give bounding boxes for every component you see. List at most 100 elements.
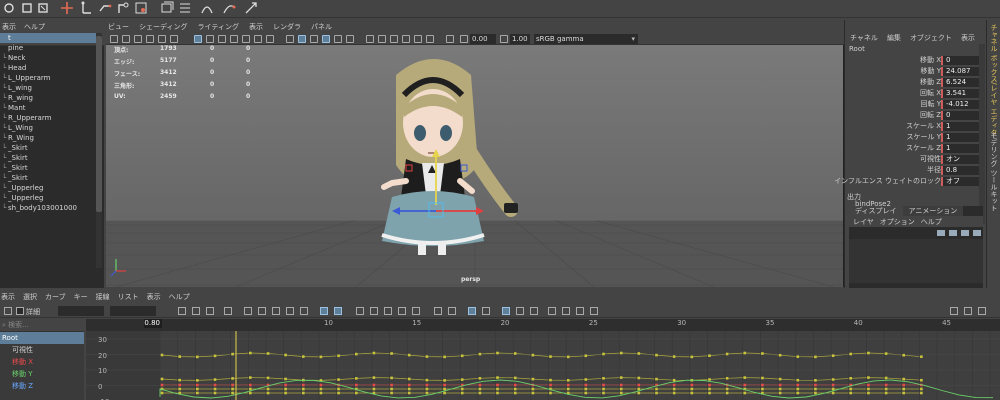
key-point[interactable] — [566, 387, 570, 391]
key-point[interactable] — [814, 355, 817, 359]
attribute-row[interactable]: 移動 Z 6.524 — [845, 78, 985, 87]
key-point[interactable] — [160, 353, 164, 357]
key-point[interactable] — [513, 352, 517, 355]
key-point[interactable] — [796, 387, 800, 391]
outliner-menu-display[interactable]: 表示 — [2, 22, 16, 32]
graph-menu-item[interactable]: キー — [74, 292, 88, 302]
denormalize-icon[interactable] — [530, 307, 538, 315]
graph-menu-item[interactable]: 表示 — [1, 292, 15, 302]
key-point[interactable] — [690, 383, 694, 387]
key-point[interactable] — [513, 376, 517, 380]
current-frame-field[interactable]: 0.80 — [144, 319, 162, 328]
default-material-icon[interactable] — [310, 35, 318, 43]
safe-title-icon[interactable] — [266, 35, 274, 43]
key-point[interactable] — [566, 383, 570, 387]
rotate-tool-icon[interactable] — [60, 1, 74, 15]
move-tool-icon[interactable] — [36, 1, 50, 15]
key-point[interactable] — [902, 387, 905, 391]
key-point[interactable] — [884, 376, 888, 380]
unify-tangent-icon[interactable] — [384, 307, 392, 315]
key-point[interactable] — [425, 387, 429, 391]
field-chart-icon[interactable] — [242, 35, 250, 43]
motion-blur-icon[interactable] — [402, 35, 410, 43]
key-point[interactable] — [266, 376, 270, 380]
key-point[interactable] — [178, 383, 181, 387]
outliner-item[interactable]: └ _Upperleg — [0, 193, 96, 203]
key-point[interactable] — [796, 391, 800, 395]
key-point[interactable] — [884, 383, 888, 387]
key-point[interactable] — [231, 387, 234, 391]
key-point[interactable] — [196, 391, 199, 395]
attribute-row[interactable]: スケール Y1 — [845, 133, 985, 142]
key-point[interactable] — [902, 391, 905, 395]
viewport-menu-lighting[interactable]: ライティング — [198, 22, 239, 32]
outliner-item[interactable]: └ R_Wing — [0, 133, 96, 143]
graph-menu-item[interactable]: ヘルプ — [169, 292, 190, 302]
key-point[interactable] — [708, 378, 711, 381]
outliner-item[interactable]: └ L_Upperarm — [0, 73, 96, 83]
key-point[interactable] — [831, 354, 835, 357]
key-point[interactable] — [672, 378, 676, 382]
key-point[interactable] — [372, 383, 376, 387]
graph-menu-item[interactable]: 接線 — [96, 292, 110, 302]
bone-icon[interactable] — [80, 1, 94, 15]
key-point[interactable] — [761, 376, 764, 380]
outliner-item[interactable]: └ _Skirt — [0, 173, 96, 183]
key-point[interactable] — [814, 387, 817, 391]
key-point[interactable] — [761, 387, 764, 391]
key-point[interactable] — [655, 391, 658, 395]
key-point[interactable] — [849, 387, 852, 391]
lattice-deform-icon[interactable] — [224, 307, 232, 315]
key-point[interactable] — [390, 376, 393, 380]
lights-icon[interactable] — [334, 35, 342, 43]
key-point[interactable] — [319, 383, 323, 387]
key-point[interactable] — [249, 383, 252, 387]
key-point[interactable] — [496, 387, 499, 391]
key-point[interactable] — [849, 352, 852, 356]
new-layer-selected-icon[interactable] — [973, 230, 981, 236]
key-point[interactable] — [602, 383, 605, 387]
break-tangent-icon[interactable] — [370, 307, 378, 315]
key-point[interactable] — [213, 391, 217, 395]
graph-settings-icon[interactable] — [950, 307, 958, 315]
key-point[interactable] — [778, 383, 782, 387]
outliner-item[interactable]: └ _Skirt — [0, 153, 96, 163]
circle-tool-icon[interactable] — [2, 1, 16, 15]
select-camera-icon[interactable] — [110, 35, 118, 43]
key-point[interactable] — [266, 352, 270, 355]
gamma-icon[interactable] — [500, 35, 508, 43]
viewport-menu-renderer[interactable]: レンダラ — [273, 22, 301, 32]
graph-channel-item[interactable]: 移動 Y — [0, 368, 84, 380]
key-point[interactable] — [337, 391, 340, 395]
key-point[interactable] — [902, 383, 905, 387]
paint-weight-icon[interactable] — [244, 1, 258, 15]
viewport-menu-shading[interactable]: シェーディング — [139, 22, 188, 32]
key-point[interactable] — [708, 383, 711, 387]
move-key-icon[interactable] — [178, 307, 186, 315]
key-point[interactable] — [902, 353, 905, 357]
key-point[interactable] — [355, 391, 358, 395]
key-point[interactable] — [284, 391, 287, 395]
outliner-item[interactable]: └ R_wing — [0, 93, 96, 103]
grease-pencil-icon[interactable] — [170, 35, 178, 43]
key-point[interactable] — [355, 377, 358, 380]
key-point[interactable] — [761, 383, 764, 387]
outliner-item[interactable]: t — [0, 33, 96, 43]
square-tool-icon[interactable] — [20, 1, 34, 15]
key-point[interactable] — [160, 377, 164, 381]
bookmark-icon[interactable] — [134, 35, 142, 43]
key-point[interactable] — [637, 387, 641, 391]
key-point[interactable] — [390, 387, 393, 391]
key-point[interactable] — [443, 355, 446, 359]
cb-menu-channels[interactable]: チャネル — [850, 33, 878, 43]
key-point[interactable] — [849, 377, 852, 380]
lock-tangent-weight-icon[interactable] — [412, 307, 420, 315]
key-point[interactable] — [708, 354, 711, 357]
attribute-row[interactable]: 回転 X 3.541 — [845, 89, 985, 98]
key-point[interactable] — [478, 377, 482, 380]
key-point[interactable] — [655, 353, 658, 357]
isolate-select-icon[interactable] — [446, 35, 454, 43]
attribute-row[interactable]: 回転 Z0 — [845, 111, 985, 120]
key-point[interactable] — [460, 391, 464, 395]
attribute-row[interactable]: インフルエンス ウェイトのロック オフ — [834, 177, 985, 186]
